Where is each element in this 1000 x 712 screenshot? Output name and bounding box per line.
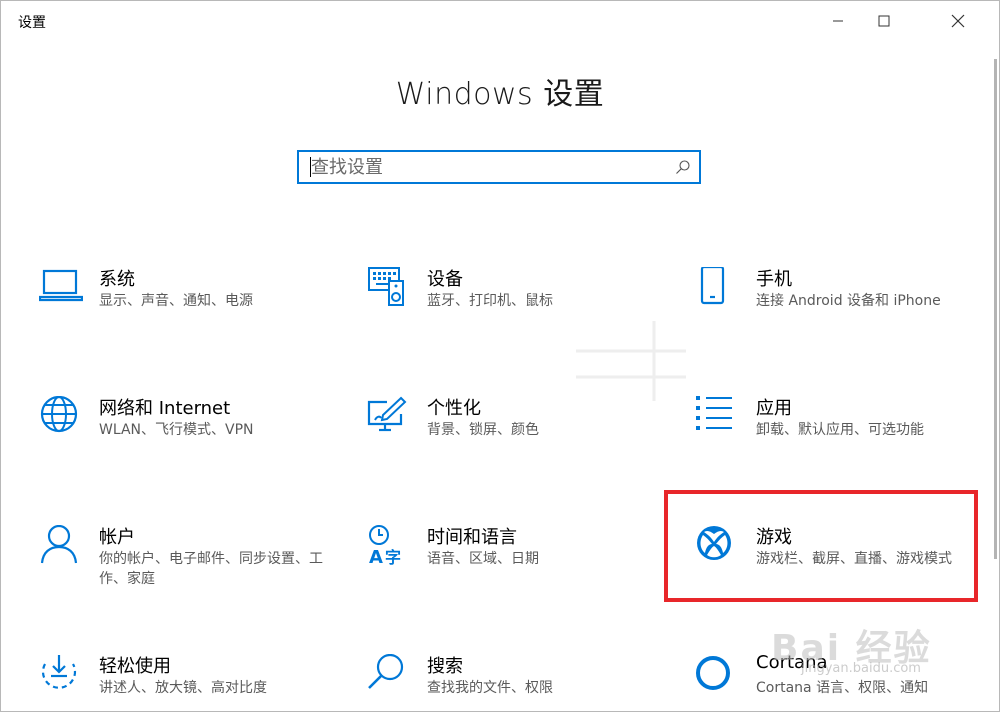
tile-title: 搜索 xyxy=(427,656,463,677)
globe-icon xyxy=(40,396,78,433)
minimize-icon xyxy=(833,20,843,22)
search-icon xyxy=(368,654,404,689)
close-button[interactable] xyxy=(935,1,981,41)
tile-system[interactable]: 系统 显示、声音、通知、电源 xyxy=(39,267,339,357)
cortana-icon xyxy=(696,656,730,690)
tile-title: 轻松使用 xyxy=(99,656,171,677)
tile-description: 语音、区域、日期 xyxy=(427,551,539,567)
page-title: Windows 设置 xyxy=(395,77,605,112)
tile-time-language[interactable]: A 字 时间和语言 语音、区域、日期 xyxy=(367,525,667,615)
tile-description: 蓝牙、打印机、鼠标 xyxy=(427,293,553,309)
svg-text:A: A xyxy=(369,547,383,568)
tile-apps[interactable]: 应用 卸载、默认应用、可选功能 xyxy=(696,396,996,486)
tile-network[interactable]: 网络和 Internet WLAN、飞行模式、VPN xyxy=(39,396,339,486)
tile-description: 连接 Android 设备和 iPhone xyxy=(756,293,941,309)
tile-personalization[interactable]: 个性化 背景、锁屏、颜色 xyxy=(367,396,667,486)
highlight-box xyxy=(664,490,978,602)
tile-title: 应用 xyxy=(756,398,792,419)
tile-description: Cortana 语言、权限、通知 xyxy=(756,680,929,696)
search-icon[interactable] xyxy=(675,159,691,175)
personalization-icon xyxy=(367,396,407,432)
tile-description: 显示、声音、通知、电源 xyxy=(99,293,253,309)
baidu-watermark-url: jingyan.baidu.com xyxy=(801,661,921,676)
laptop-icon xyxy=(39,269,83,302)
tile-search[interactable]: 搜索 查找我的文件、权限 xyxy=(367,654,667,711)
apps-list-icon xyxy=(696,396,732,430)
title-bar: 设置 xyxy=(1,1,999,41)
person-icon xyxy=(40,525,78,564)
minimize-button[interactable] xyxy=(815,1,861,41)
settings-window: 设置 Windows 设置 系统 显示、声音、通知、电源 xyxy=(0,0,1000,712)
tile-ease-of-access[interactable]: 轻松使用 讲述人、放大镜、高对比度 xyxy=(39,654,339,711)
tile-accounts[interactable]: 帐户 你的帐户、电子邮件、同步设置、工作、家庭 xyxy=(39,525,339,615)
maximize-icon xyxy=(878,15,890,27)
tile-description: 背景、锁屏、颜色 xyxy=(427,422,539,438)
window-title: 设置 xyxy=(18,15,46,31)
tile-title: 手机 xyxy=(756,269,792,290)
tile-description: WLAN、飞行模式、VPN xyxy=(99,422,254,438)
tile-title: 设备 xyxy=(427,269,463,290)
tile-title: 系统 xyxy=(99,269,135,290)
maximize-button[interactable] xyxy=(861,1,907,41)
tile-title: 时间和语言 xyxy=(427,527,517,548)
tile-description: 你的帐户、电子邮件、同步设置、工作、家庭 xyxy=(99,551,323,587)
tile-title: 网络和 Internet xyxy=(99,398,231,419)
tile-devices[interactable]: 设备 蓝牙、打印机、鼠标 xyxy=(367,267,667,357)
text-caret xyxy=(310,157,311,177)
tile-title: 个性化 xyxy=(427,398,481,419)
tile-description: 查找我的文件、权限 xyxy=(427,680,553,696)
phone-icon xyxy=(700,267,725,305)
search-input[interactable] xyxy=(311,152,671,182)
tile-phone[interactable]: 手机 连接 Android 设备和 iPhone xyxy=(696,267,996,357)
close-icon xyxy=(951,14,965,28)
tile-description: 讲述人、放大镜、高对比度 xyxy=(99,680,267,696)
search-box[interactable] xyxy=(297,150,701,184)
svg-text:字: 字 xyxy=(385,548,401,567)
tile-title: 帐户 xyxy=(99,527,135,548)
time-language-icon: A 字 xyxy=(369,525,401,568)
tile-description: 卸载、默认应用、可选功能 xyxy=(756,422,924,438)
devices-icon xyxy=(368,267,404,306)
ease-of-access-icon xyxy=(41,655,77,689)
